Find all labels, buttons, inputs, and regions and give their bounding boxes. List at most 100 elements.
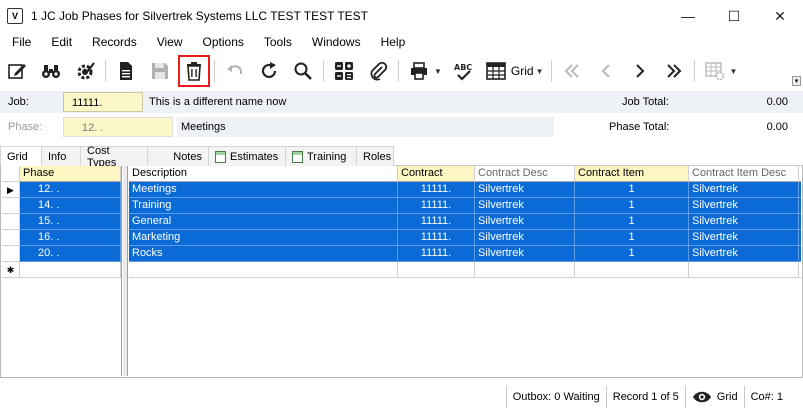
phase-cell[interactable]: 20. . [20,246,121,262]
column-header-contract-desc[interactable]: Contract Desc [475,166,575,182]
spreadsheet-icon [215,150,226,163]
column-header-contract-item[interactable]: Contract Item [575,166,689,182]
phase-total-label: Phase Total: [609,121,670,133]
description-cell[interactable]: Training [129,198,398,214]
menu-tools[interactable]: Tools [254,32,302,52]
pencil-square-icon [8,64,26,79]
description-cell-new[interactable] [129,262,398,278]
find-button[interactable] [38,58,64,84]
delete-button[interactable] [178,55,210,87]
tab-notes[interactable]: Notes [147,146,209,166]
d-cell[interactable] [799,182,801,198]
new-row[interactable]: ✱ [2,262,121,278]
phase-cell[interactable]: 14. . [20,198,121,214]
tab-training[interactable]: Training [285,146,357,166]
table-row[interactable]: Meetings 11111. Silvertrek 1 Silvertrek [129,182,801,198]
column-header-phase[interactable]: Phase [20,166,121,182]
phase-field[interactable]: 12. . [63,117,173,137]
save-button[interactable] [147,58,173,84]
contract-item-cell-new[interactable] [575,262,689,278]
toolbar-overflow-button[interactable]: ▾ [792,76,801,86]
column-header-d[interactable]: D [799,166,801,182]
description-cell[interactable]: Rocks [129,246,398,262]
contract-item-cell[interactable]: 1 [575,230,689,246]
tab-cost-types[interactable]: Cost Types [80,145,148,169]
next-record-button[interactable] [627,58,653,84]
menu-help[interactable]: Help [371,32,416,52]
menu-edit[interactable]: Edit [41,32,82,52]
phase-cell-new[interactable] [20,262,121,278]
table-row[interactable]: 15. . [2,214,121,230]
table-row[interactable]: Training 11111. Silvertrek 1 Silvertrek [129,198,801,214]
description-cell[interactable]: Meetings [129,182,398,198]
tab-label: Notes [173,150,202,163]
table-row[interactable]: Rocks 11111. Silvertrek 1 Silvertrek [129,246,801,262]
minimize-button[interactable]: — [665,0,711,32]
contract-cell[interactable]: 11111. [398,198,475,214]
new-document-button[interactable] [113,58,139,84]
print-dropdown-arrow[interactable]: ▼ [434,67,442,76]
contract-cell[interactable]: 11111. [398,182,475,198]
menu-windows[interactable]: Windows [302,32,371,52]
phase-cell[interactable]: 16. . [20,230,121,246]
table-row[interactable]: General 11111. Silvertrek 1 Silvertrek [129,214,801,230]
table-row[interactable]: 16. . [2,230,121,246]
d-cell[interactable] [799,230,801,246]
contract-cell[interactable]: 11111. [398,214,475,230]
search-button[interactable] [290,58,316,84]
table-row[interactable]: Marketing 11111. Silvertrek 1 Silvertrek [129,230,801,246]
pane-splitter[interactable] [123,166,128,376]
tab-roles[interactable]: Roles [356,146,394,166]
new-row[interactable] [129,262,801,278]
contract-item-cell[interactable]: 1 [575,198,689,214]
print-button[interactable] [406,58,432,84]
row-indicator-header [2,166,20,182]
grid-settings-dropdown-arrow[interactable]: ▼ [730,67,738,76]
contract-item-cell[interactable]: 1 [575,182,689,198]
close-button[interactable]: ✕ [757,0,803,32]
d-cell[interactable] [799,198,801,214]
contract-cell[interactable]: 11111. [398,230,475,246]
contract-cell[interactable]: 11111. [398,246,475,262]
contract-item-cell[interactable]: 1 [575,214,689,230]
d-cell[interactable] [799,246,801,262]
d-cell[interactable] [799,214,801,230]
maximize-button[interactable]: ☐ [711,0,757,32]
attach-button[interactable] [365,58,391,84]
grid-settings-button[interactable] [702,58,728,84]
menu-options[interactable]: Options [193,32,254,52]
spell-check-button[interactable]: ABC [450,58,476,84]
menu-records[interactable]: Records [82,32,147,52]
menu-view[interactable]: View [147,32,193,52]
table-row[interactable]: ▶ 12. . [2,182,121,198]
menu-file[interactable]: File [0,32,41,52]
calculator-button[interactable] [331,58,357,84]
description-cell[interactable]: Marketing [129,230,398,246]
column-header-contract[interactable]: Contract [398,166,475,182]
phase-header-row: Phase: 12. . Meetings Phase Total: 0.00 [0,116,803,138]
settings-check-button[interactable] [72,58,98,84]
column-header-contract-item-desc[interactable]: Contract Item Desc [689,166,799,182]
description-cell[interactable]: General [129,214,398,230]
grid-dropdown-arrow[interactable]: ▼ [536,67,544,76]
previous-record-button[interactable] [593,58,619,84]
d-cell-new[interactable] [799,262,801,278]
edit-record-button[interactable] [4,58,30,84]
tab-info[interactable]: Info [41,146,81,166]
view-status[interactable]: Grid [684,385,744,408]
refresh-button[interactable] [256,58,282,84]
grid-view-button[interactable]: Grid [486,62,534,80]
table-row[interactable]: 20. . [2,246,121,262]
column-header-description[interactable]: Description [129,166,398,182]
contract-cell-new[interactable] [398,262,475,278]
last-record-button[interactable] [661,58,687,84]
job-field[interactable]: 11111. [63,92,143,112]
undo-button[interactable] [222,58,248,84]
table-row[interactable]: 14. . [2,198,121,214]
phase-cell[interactable]: 15. . [20,214,121,230]
first-record-button[interactable] [559,58,585,84]
tab-grid[interactable]: Grid [0,146,42,167]
phase-cell[interactable]: 12. . [20,182,121,198]
contract-item-cell[interactable]: 1 [575,246,689,262]
tab-estimates[interactable]: Estimates [208,146,286,166]
